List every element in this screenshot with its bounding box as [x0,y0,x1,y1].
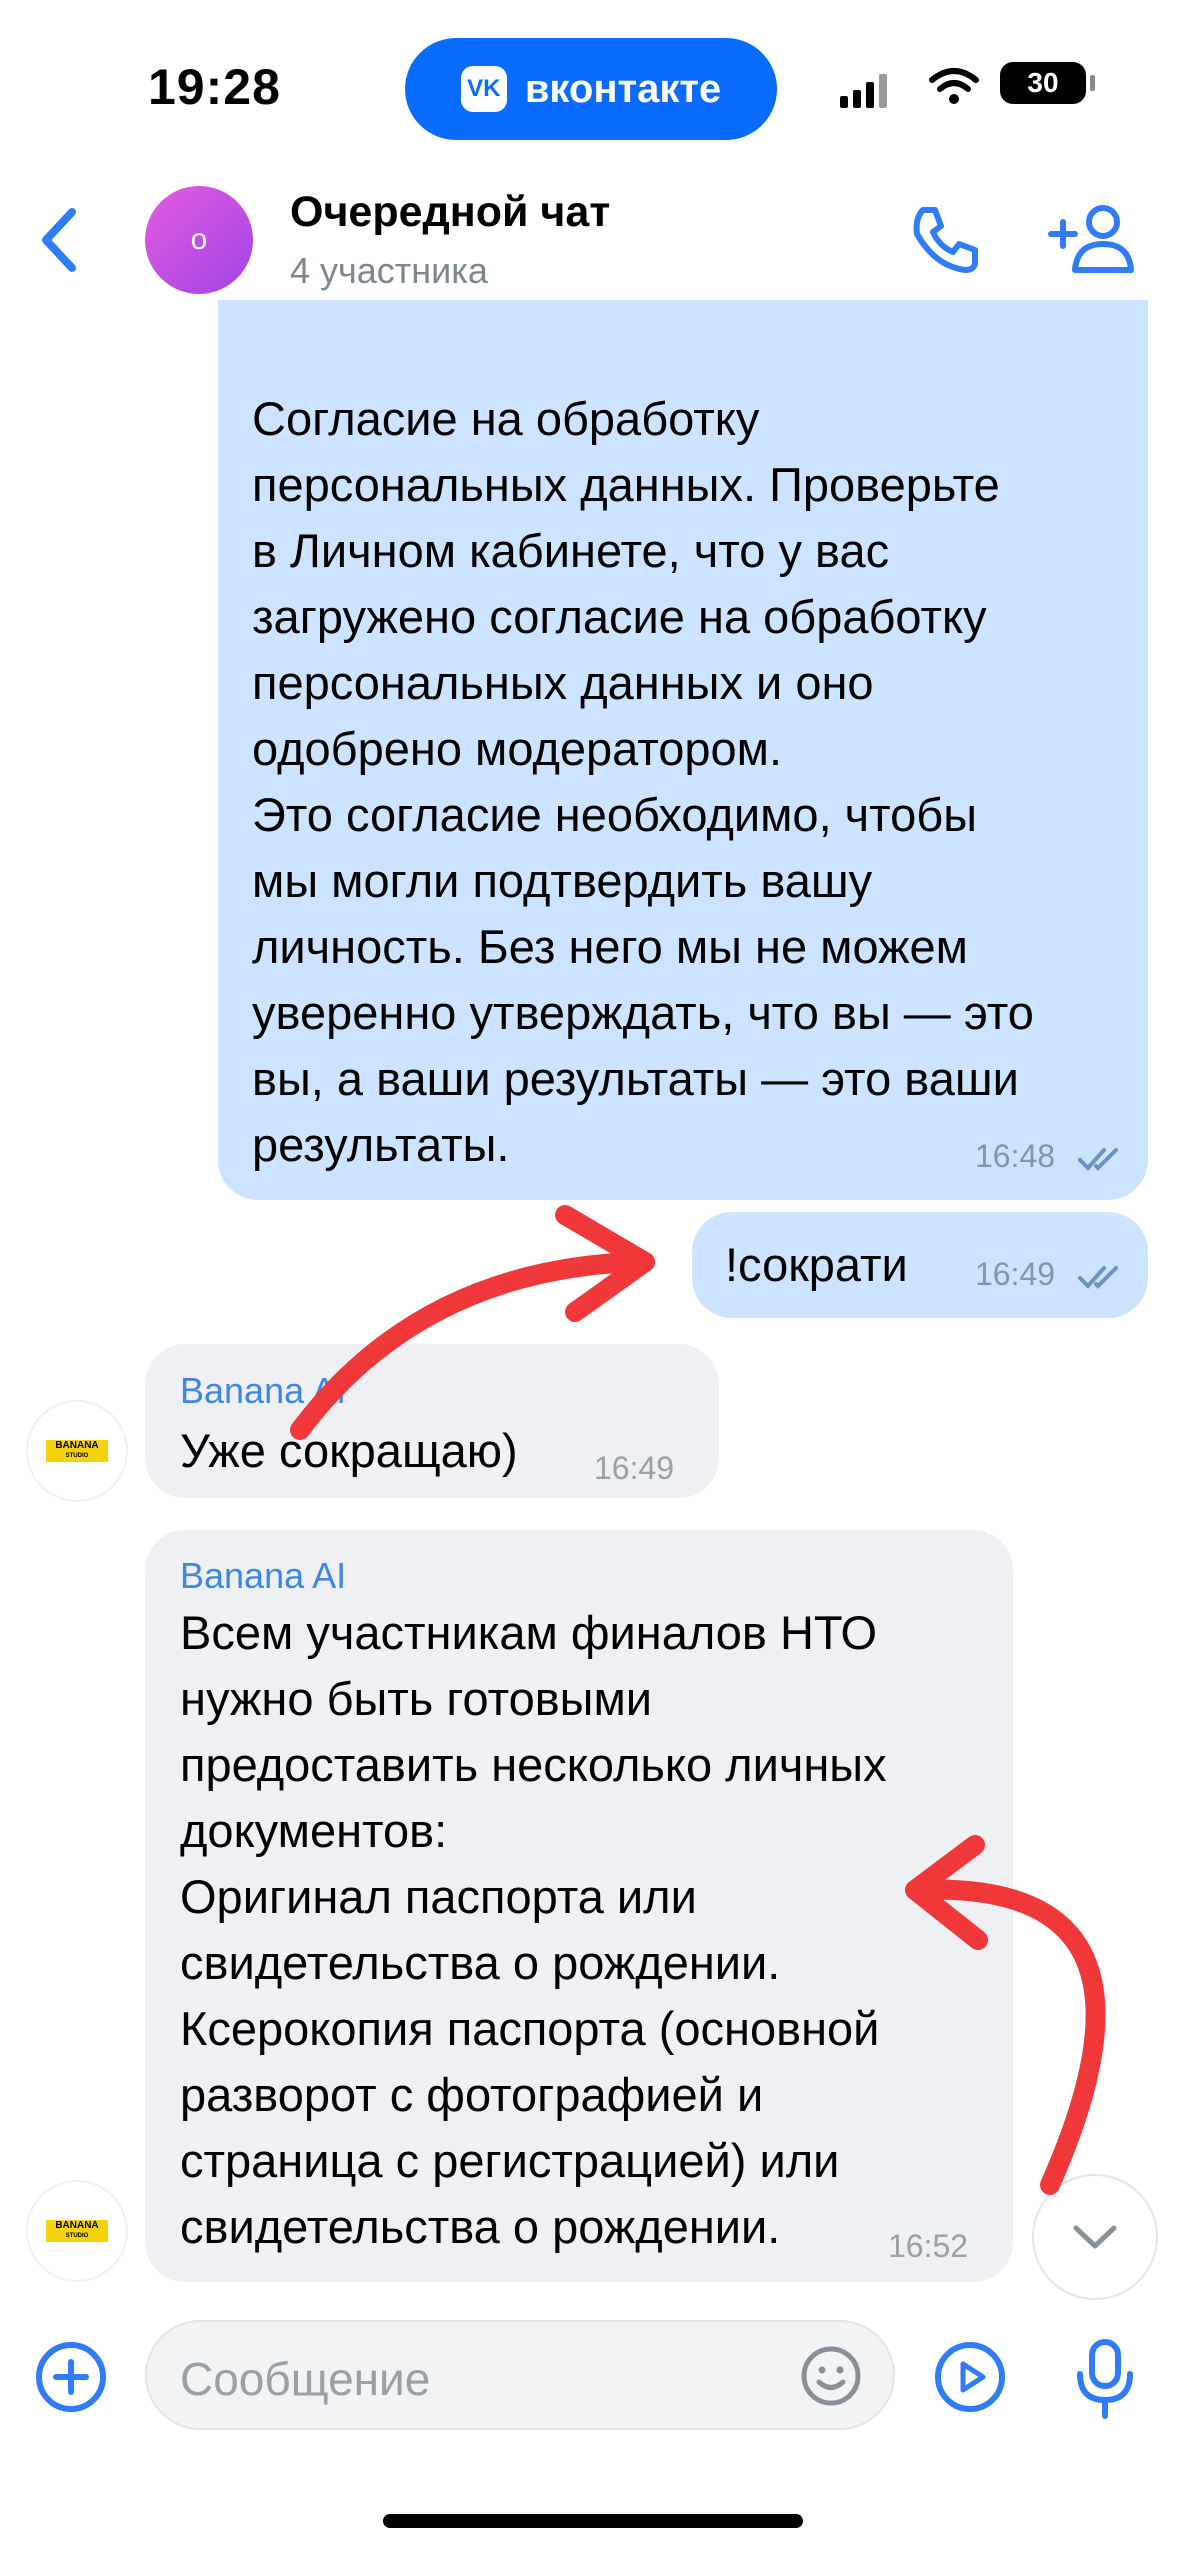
play-icon[interactable] [933,2340,1007,2414]
message-placeholder: Сообщение [180,2353,431,2405]
plus-icon[interactable] [34,2340,108,2414]
home-indicator [383,2514,803,2528]
annotation-arrow [290,1205,1106,2195]
microphone-icon[interactable] [1072,2336,1138,2424]
emoji-icon[interactable] [800,2345,862,2407]
